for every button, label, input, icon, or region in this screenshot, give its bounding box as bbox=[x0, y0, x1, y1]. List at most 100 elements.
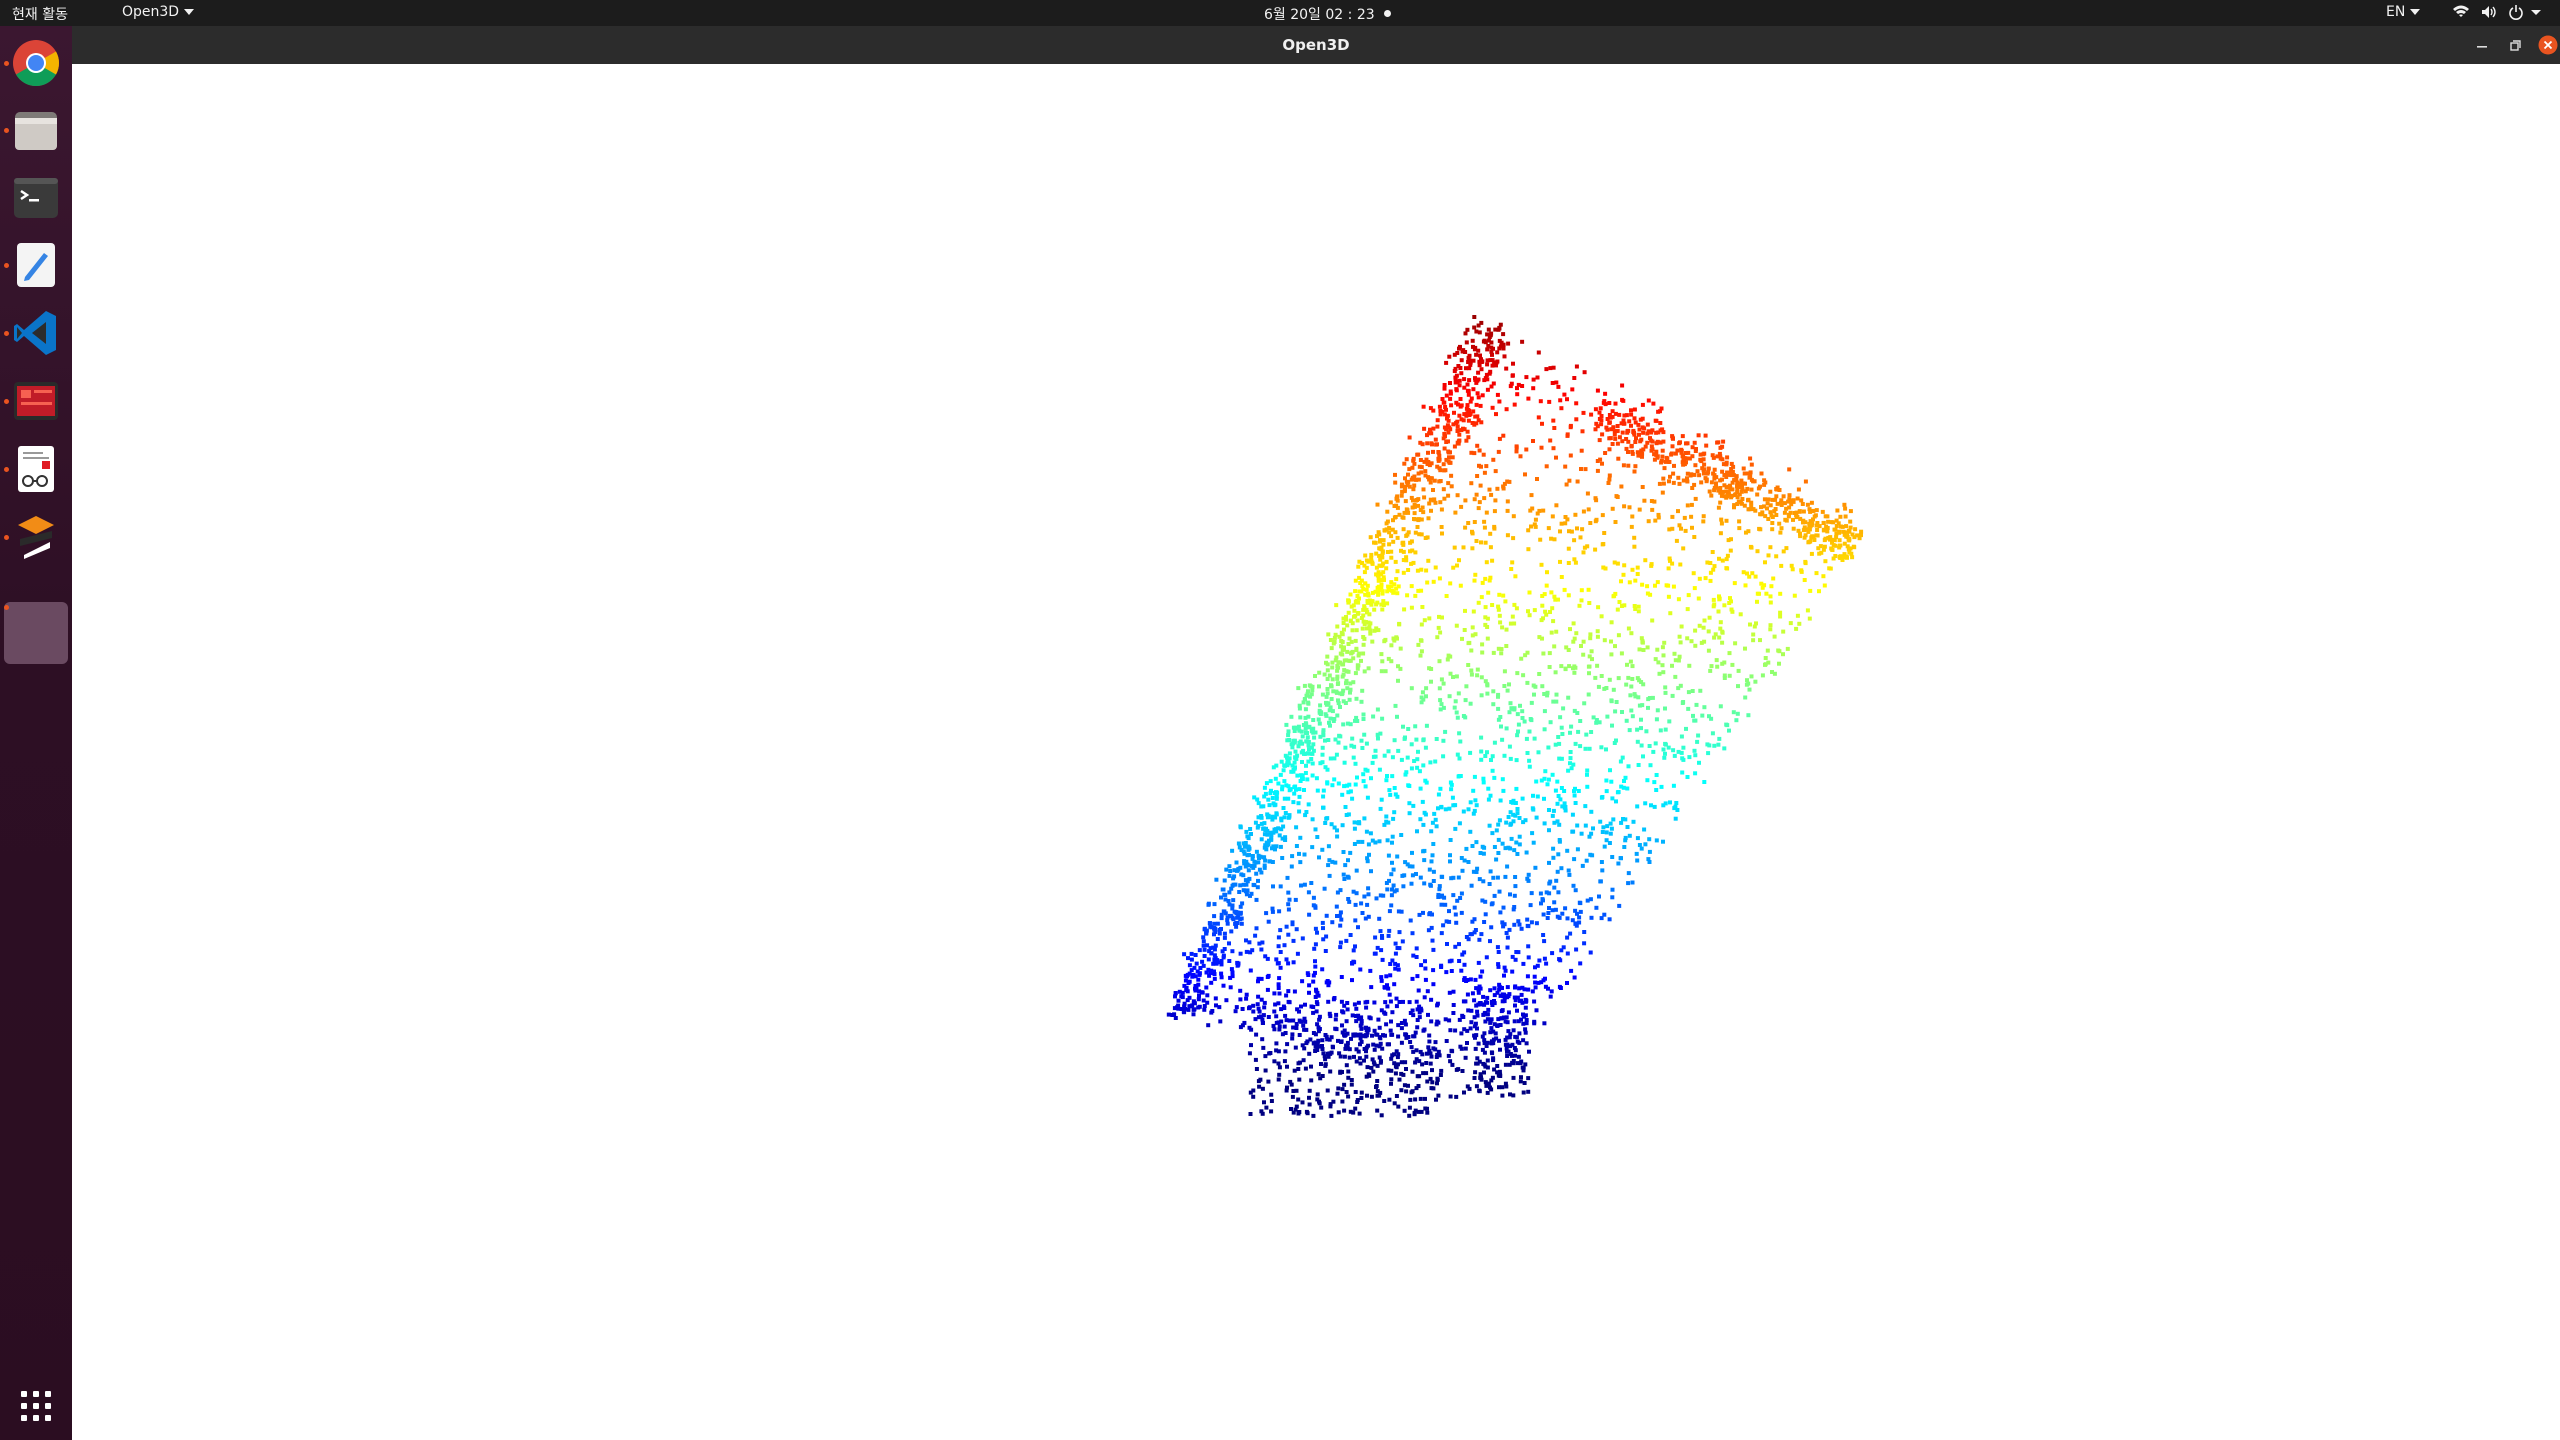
point bbox=[1229, 967, 1234, 972]
point bbox=[1604, 686, 1609, 690]
point bbox=[1432, 811, 1437, 816]
point bbox=[1321, 728, 1326, 733]
point bbox=[1734, 474, 1739, 479]
point bbox=[1632, 432, 1637, 437]
point bbox=[1472, 774, 1477, 779]
point bbox=[1290, 922, 1295, 927]
clock[interactable]: 6월 20일 02 : 23 bbox=[1264, 4, 1375, 24]
point bbox=[1523, 472, 1527, 477]
terminal-icon[interactable] bbox=[10, 172, 62, 224]
activities-button[interactable]: 현재 활동 bbox=[12, 4, 68, 24]
point bbox=[1537, 958, 1542, 963]
point bbox=[1341, 616, 1346, 621]
point bbox=[1806, 529, 1811, 534]
network-icon[interactable] bbox=[2452, 4, 2470, 20]
point bbox=[1635, 804, 1640, 809]
point bbox=[1482, 519, 1487, 524]
point bbox=[1679, 750, 1684, 755]
point bbox=[1449, 787, 1454, 792]
point bbox=[1204, 985, 1209, 990]
maximize-icon[interactable] bbox=[2505, 35, 2525, 55]
system-monitor-icon[interactable] bbox=[10, 375, 62, 427]
point bbox=[1209, 1010, 1214, 1015]
point bbox=[1194, 961, 1199, 966]
point bbox=[1646, 705, 1650, 710]
point bbox=[1500, 625, 1505, 630]
vscode-icon[interactable] bbox=[10, 307, 62, 359]
open3d-viewport[interactable] bbox=[72, 64, 2560, 1440]
point bbox=[1371, 714, 1376, 719]
point bbox=[1495, 1064, 1500, 1068]
files-icon[interactable] bbox=[10, 104, 62, 156]
point-cloud[interactable] bbox=[72, 64, 2560, 1440]
point bbox=[1632, 416, 1637, 421]
point bbox=[1512, 848, 1517, 853]
point bbox=[1741, 570, 1746, 575]
point bbox=[1541, 508, 1546, 513]
point bbox=[1278, 928, 1283, 933]
point bbox=[1321, 1051, 1326, 1056]
point bbox=[1476, 418, 1481, 423]
point bbox=[1219, 971, 1224, 976]
minimize-icon[interactable] bbox=[2472, 35, 2492, 55]
point bbox=[1285, 1085, 1289, 1090]
point bbox=[1187, 1004, 1192, 1009]
point bbox=[1851, 544, 1856, 549]
point bbox=[1386, 933, 1391, 938]
point bbox=[1646, 519, 1651, 524]
point bbox=[1579, 644, 1583, 648]
point bbox=[1669, 452, 1674, 457]
point bbox=[1678, 683, 1683, 688]
app-menu-button[interactable]: Open3D bbox=[122, 4, 195, 20]
point bbox=[1311, 1113, 1316, 1118]
close-icon[interactable] bbox=[2538, 35, 2558, 55]
point bbox=[1243, 841, 1248, 845]
language-indicator[interactable]: EN bbox=[2386, 4, 2421, 20]
point bbox=[1770, 497, 1775, 502]
text-editor-icon[interactable] bbox=[10, 239, 62, 291]
point bbox=[1718, 620, 1723, 625]
point bbox=[1502, 965, 1507, 970]
point bbox=[1457, 413, 1462, 418]
point bbox=[1382, 753, 1387, 758]
point bbox=[1446, 418, 1451, 423]
point bbox=[1488, 939, 1492, 944]
volume-icon[interactable] bbox=[2480, 4, 2498, 20]
point bbox=[1502, 753, 1507, 758]
point bbox=[1447, 694, 1452, 699]
point bbox=[1626, 439, 1631, 444]
document-viewer-icon[interactable] bbox=[10, 443, 62, 495]
point bbox=[1673, 658, 1678, 663]
point bbox=[1474, 1033, 1479, 1038]
point bbox=[1853, 527, 1858, 532]
window-titlebar[interactable]: Open3D bbox=[72, 26, 2560, 64]
point bbox=[1325, 654, 1330, 659]
point bbox=[1230, 883, 1235, 888]
point bbox=[1689, 502, 1694, 507]
point bbox=[1416, 1084, 1421, 1088]
sublime-merge-icon[interactable] bbox=[10, 511, 62, 563]
point bbox=[1781, 652, 1785, 657]
point bbox=[1467, 408, 1472, 413]
chrome-icon[interactable] bbox=[10, 37, 62, 89]
point bbox=[1609, 620, 1614, 625]
point bbox=[1561, 706, 1566, 711]
point bbox=[1392, 515, 1397, 520]
app-grid-icon[interactable] bbox=[19, 1389, 53, 1423]
point bbox=[1461, 426, 1465, 431]
system-menu-chevron-icon[interactable] bbox=[2530, 9, 2542, 17]
point bbox=[1345, 623, 1350, 628]
point bbox=[1442, 412, 1447, 417]
point bbox=[1512, 893, 1517, 898]
point bbox=[1422, 495, 1427, 500]
point bbox=[1353, 671, 1358, 676]
point bbox=[1624, 718, 1629, 723]
point bbox=[1448, 1094, 1453, 1099]
point bbox=[1431, 426, 1436, 431]
point bbox=[1470, 531, 1475, 536]
point bbox=[1521, 1012, 1525, 1017]
point bbox=[1451, 1003, 1456, 1007]
point bbox=[1548, 994, 1553, 999]
power-icon[interactable] bbox=[2508, 4, 2524, 20]
point bbox=[1600, 461, 1604, 466]
